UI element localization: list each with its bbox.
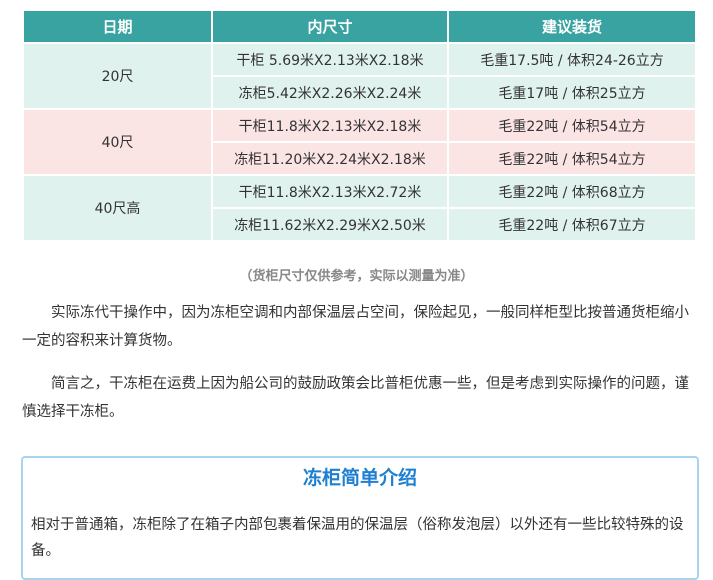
header-inner-size: 内尺寸 <box>211 9 449 44</box>
table-header-row: 日期 内尺寸 建议装货 <box>22 9 697 44</box>
table-caption: （货柜尺寸仅供参考，实际以测量为准） <box>239 269 474 284</box>
inner-size-cell: 冻柜5.42米X2.26米X2.24米 <box>211 75 449 110</box>
container-type-cell: 20尺 <box>22 42 213 110</box>
table-row: 20尺 干柜 5.69米X2.13米X2.18米 毛重17.5吨 / 体积24-… <box>22 42 697 110</box>
inner-size-cell: 冻柜11.62米X2.29米X2.50米 <box>211 207 449 242</box>
container-size-table: 日期 内尺寸 建议装货 20尺 干柜 5.69米X2.13米X2.18米 毛重1… <box>22 9 697 242</box>
paragraph-summary: 简言之，干冻柜在运费上因为船公司的鼓励政策会比普柜优惠一些，但是考虑到实际操作的… <box>22 376 689 420</box>
inner-size-cell: 干柜11.8米X2.13米X2.72米 <box>211 174 449 209</box>
table-row: 40尺高 干柜11.8米X2.13米X2.72米 毛重22吨 / 体积68立方 <box>22 174 697 242</box>
intro-box: 冻柜简单介绍 相对于普通箱，冻柜除了在箱子内部包裹着保温用的保温层（俗称发泡层）… <box>21 456 699 580</box>
load-cell: 毛重22吨 / 体积54立方 <box>447 108 697 143</box>
inner-size-cell: 干柜 5.69米X2.13米X2.18米 <box>211 42 449 77</box>
load-cell: 毛重17.5吨 / 体积24-26立方 <box>447 42 697 77</box>
table-row: 40尺 干柜11.8米X2.13米X2.18米 毛重22吨 / 体积54立方 <box>22 108 697 176</box>
load-cell: 毛重22吨 / 体积67立方 <box>447 207 697 242</box>
header-suggested-load: 建议装货 <box>447 9 697 44</box>
container-type-cell: 40尺高 <box>22 174 213 242</box>
inner-size-cell: 干柜11.8米X2.13米X2.18米 <box>211 108 449 143</box>
load-cell: 毛重22吨 / 体积54立方 <box>447 141 697 176</box>
intro-box-title: 冻柜简单介绍 <box>302 467 417 489</box>
intro-box-text: 相对于普通箱，冻柜除了在箱子内部包裹着保温用的保温层（俗称发泡层）以外还有一些比… <box>31 517 684 559</box>
inner-size-cell: 冻柜11.20米X2.24米X2.18米 <box>211 141 449 176</box>
paragraph-operation-note: 实际冻代干操作中，因为冻柜空调和内部保温层占空间，保险起见，一般同样柜型比按普通… <box>22 305 689 349</box>
container-type-cell: 40尺 <box>22 108 213 176</box>
header-date: 日期 <box>22 9 213 44</box>
load-cell: 毛重22吨 / 体积68立方 <box>447 174 697 209</box>
load-cell: 毛重17吨 / 体积25立方 <box>447 75 697 110</box>
